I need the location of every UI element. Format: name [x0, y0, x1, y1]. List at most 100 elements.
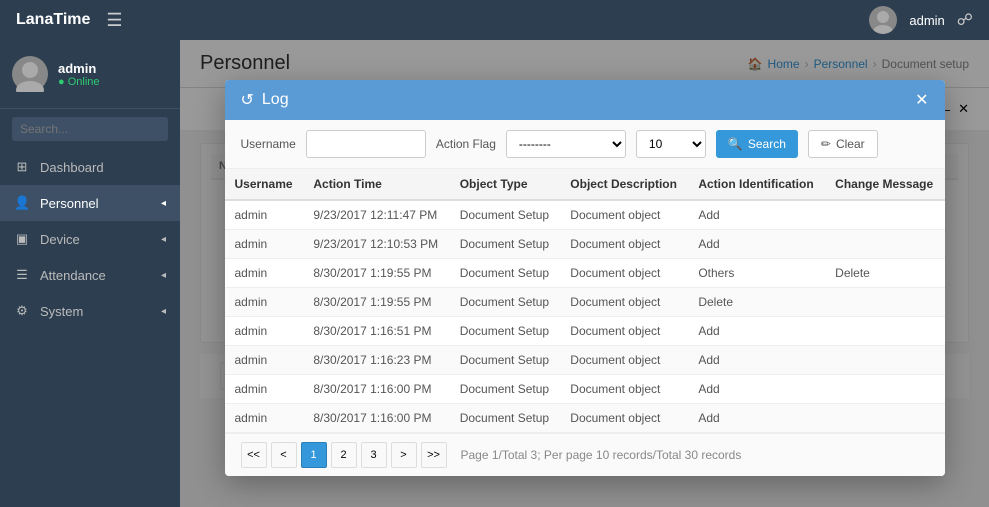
modal-pag-page2[interactable]: 2 — [331, 442, 357, 468]
top-navbar: LanaTime ☰ admin ☍ — [0, 0, 989, 40]
personnel-icon: 👤 — [14, 195, 30, 211]
sidebar-user: admin ● Online — [0, 40, 180, 109]
layout: admin ● Online ⊞ Dashboard 👤 Personnel ◂… — [0, 40, 989, 507]
modal-title: ↺ Log — [241, 90, 289, 110]
search-button[interactable]: 🔍 Search — [716, 130, 798, 158]
search-label: Search — [748, 137, 786, 151]
sidebar-item-personnel-label: Personnel — [40, 196, 99, 211]
cell-action-time: 8/30/2017 1:16:00 PM — [303, 375, 449, 404]
cell-username: admin — [225, 317, 304, 346]
table-row: admin 8/30/2017 1:16:00 PM Document Setu… — [225, 404, 945, 433]
action-flag-label: Action Flag — [436, 137, 496, 151]
modal-pag-last[interactable]: >> — [421, 442, 447, 468]
cell-action-time: 9/23/2017 12:10:53 PM — [303, 230, 449, 259]
cell-username: admin — [225, 404, 304, 433]
cell-action-id: Add — [688, 404, 825, 433]
sidebar-nav: ⊞ Dashboard 👤 Personnel ◂ ▣ Device ◂ ☰ A… — [0, 149, 180, 507]
modal-pag-next[interactable]: > — [391, 442, 417, 468]
cell-change-msg — [825, 317, 944, 346]
cell-username: admin — [225, 200, 304, 230]
modal-pag-page3[interactable]: 3 — [361, 442, 387, 468]
cell-action-time: 8/30/2017 1:16:23 PM — [303, 346, 449, 375]
sidebar-item-attendance[interactable]: ☰ Attendance ◂ — [0, 257, 180, 293]
clear-icon: ✏ — [821, 137, 831, 151]
cell-action-id: Add — [688, 317, 825, 346]
cell-object-type: Document Setup — [450, 288, 561, 317]
modal-header: ↺ Log ✕ — [225, 80, 945, 120]
sidebar-avatar — [12, 56, 48, 92]
sidebar-item-system-label: System — [40, 304, 83, 319]
cell-action-id: Delete — [688, 288, 825, 317]
modal-overlay: ↺ Log ✕ Username Action Flag -------- Ad… — [180, 40, 989, 507]
sidebar-item-attendance-label: Attendance — [40, 268, 106, 283]
cell-object-desc: Document object — [560, 288, 688, 317]
modal-pag-info: Page 1/Total 3; Per page 10 records/Tota… — [461, 448, 742, 462]
sidebar-item-dashboard[interactable]: ⊞ Dashboard — [0, 149, 180, 185]
cell-change-msg — [825, 375, 944, 404]
brand-logo: LanaTime — [16, 11, 90, 29]
cell-change-msg — [825, 200, 944, 230]
cell-action-id: Add — [688, 375, 825, 404]
avatar — [869, 6, 897, 34]
sidebar-item-device[interactable]: ▣ Device ◂ — [0, 221, 180, 257]
action-flag-select[interactable]: -------- Add Edit Delete — [506, 130, 626, 158]
hamburger-icon[interactable]: ☰ — [106, 10, 122, 31]
share-icon[interactable]: ☍ — [957, 10, 973, 30]
col-change-msg: Change Message — [825, 169, 944, 200]
cell-object-type: Document Setup — [450, 200, 561, 230]
cell-action-time: 8/30/2017 1:16:51 PM — [303, 317, 449, 346]
cell-object-type: Document Setup — [450, 317, 561, 346]
table-body: admin 9/23/2017 12:11:47 PM Document Set… — [225, 200, 945, 433]
col-username: Username — [225, 169, 304, 200]
clear-label: Clear — [836, 137, 865, 151]
sidebar-item-device-label: Device — [40, 232, 80, 247]
col-action-id: Action Identification — [688, 169, 825, 200]
cell-object-desc: Document object — [560, 346, 688, 375]
cell-object-type: Document Setup — [450, 259, 561, 288]
username-label: Username — [241, 137, 296, 151]
table-row: admin 8/30/2017 1:16:23 PM Document Setu… — [225, 346, 945, 375]
per-page-select[interactable]: 10 20 50 100 — [636, 130, 706, 158]
modal-pag-first[interactable]: << — [241, 442, 267, 468]
cell-action-time: 8/30/2017 1:16:00 PM — [303, 404, 449, 433]
table-row: admin 8/30/2017 1:16:51 PM Document Setu… — [225, 317, 945, 346]
personnel-arrow-icon: ◂ — [161, 198, 166, 209]
modal-pag-prev[interactable]: < — [271, 442, 297, 468]
modal-filter: Username Action Flag -------- Add Edit D… — [225, 120, 945, 169]
modal-close-button[interactable]: ✕ — [915, 90, 928, 110]
attendance-arrow-icon: ◂ — [161, 270, 166, 281]
cell-username: admin — [225, 288, 304, 317]
cell-object-desc: Document object — [560, 259, 688, 288]
cell-change-msg — [825, 346, 944, 375]
col-action-time: Action Time — [303, 169, 449, 200]
sidebar-item-dashboard-label: Dashboard — [40, 160, 104, 175]
sidebar-item-personnel[interactable]: 👤 Personnel ◂ — [0, 185, 180, 221]
navbar-username: admin — [909, 13, 944, 28]
device-arrow-icon: ◂ — [161, 234, 166, 245]
col-object-desc: Object Description — [560, 169, 688, 200]
modal-title-text: Log — [262, 91, 289, 109]
table-row: admin 8/30/2017 1:19:55 PM Document Setu… — [225, 259, 945, 288]
sidebar-item-system[interactable]: ⚙ System ◂ — [0, 293, 180, 329]
sidebar-status: ● Online — [58, 76, 100, 88]
cell-action-id: Add — [688, 230, 825, 259]
table-row: admin 8/30/2017 1:16:00 PM Document Setu… — [225, 375, 945, 404]
system-arrow-icon: ◂ — [161, 306, 166, 317]
modal-footer: << < 1 2 3 > >> Page 1/Total 3; Per page… — [225, 433, 945, 476]
cell-action-time: 8/30/2017 1:19:55 PM — [303, 259, 449, 288]
modal-pag-page1[interactable]: 1 — [301, 442, 327, 468]
cell-action-time: 8/30/2017 1:19:55 PM — [303, 288, 449, 317]
table-row: admin 9/23/2017 12:11:47 PM Document Set… — [225, 200, 945, 230]
sidebar-username: admin — [58, 61, 100, 76]
table-header-row: Username Action Time Object Type Object … — [225, 169, 945, 200]
username-input[interactable] — [306, 130, 426, 158]
sidebar-search-input[interactable] — [12, 117, 168, 141]
cell-object-type: Document Setup — [450, 404, 561, 433]
cell-object-desc: Document object — [560, 404, 688, 433]
cell-username: admin — [225, 230, 304, 259]
cell-username: admin — [225, 259, 304, 288]
device-icon: ▣ — [14, 231, 30, 247]
clear-button[interactable]: ✏ Clear — [808, 130, 878, 158]
cell-object-type: Document Setup — [450, 346, 561, 375]
cell-change-msg — [825, 288, 944, 317]
